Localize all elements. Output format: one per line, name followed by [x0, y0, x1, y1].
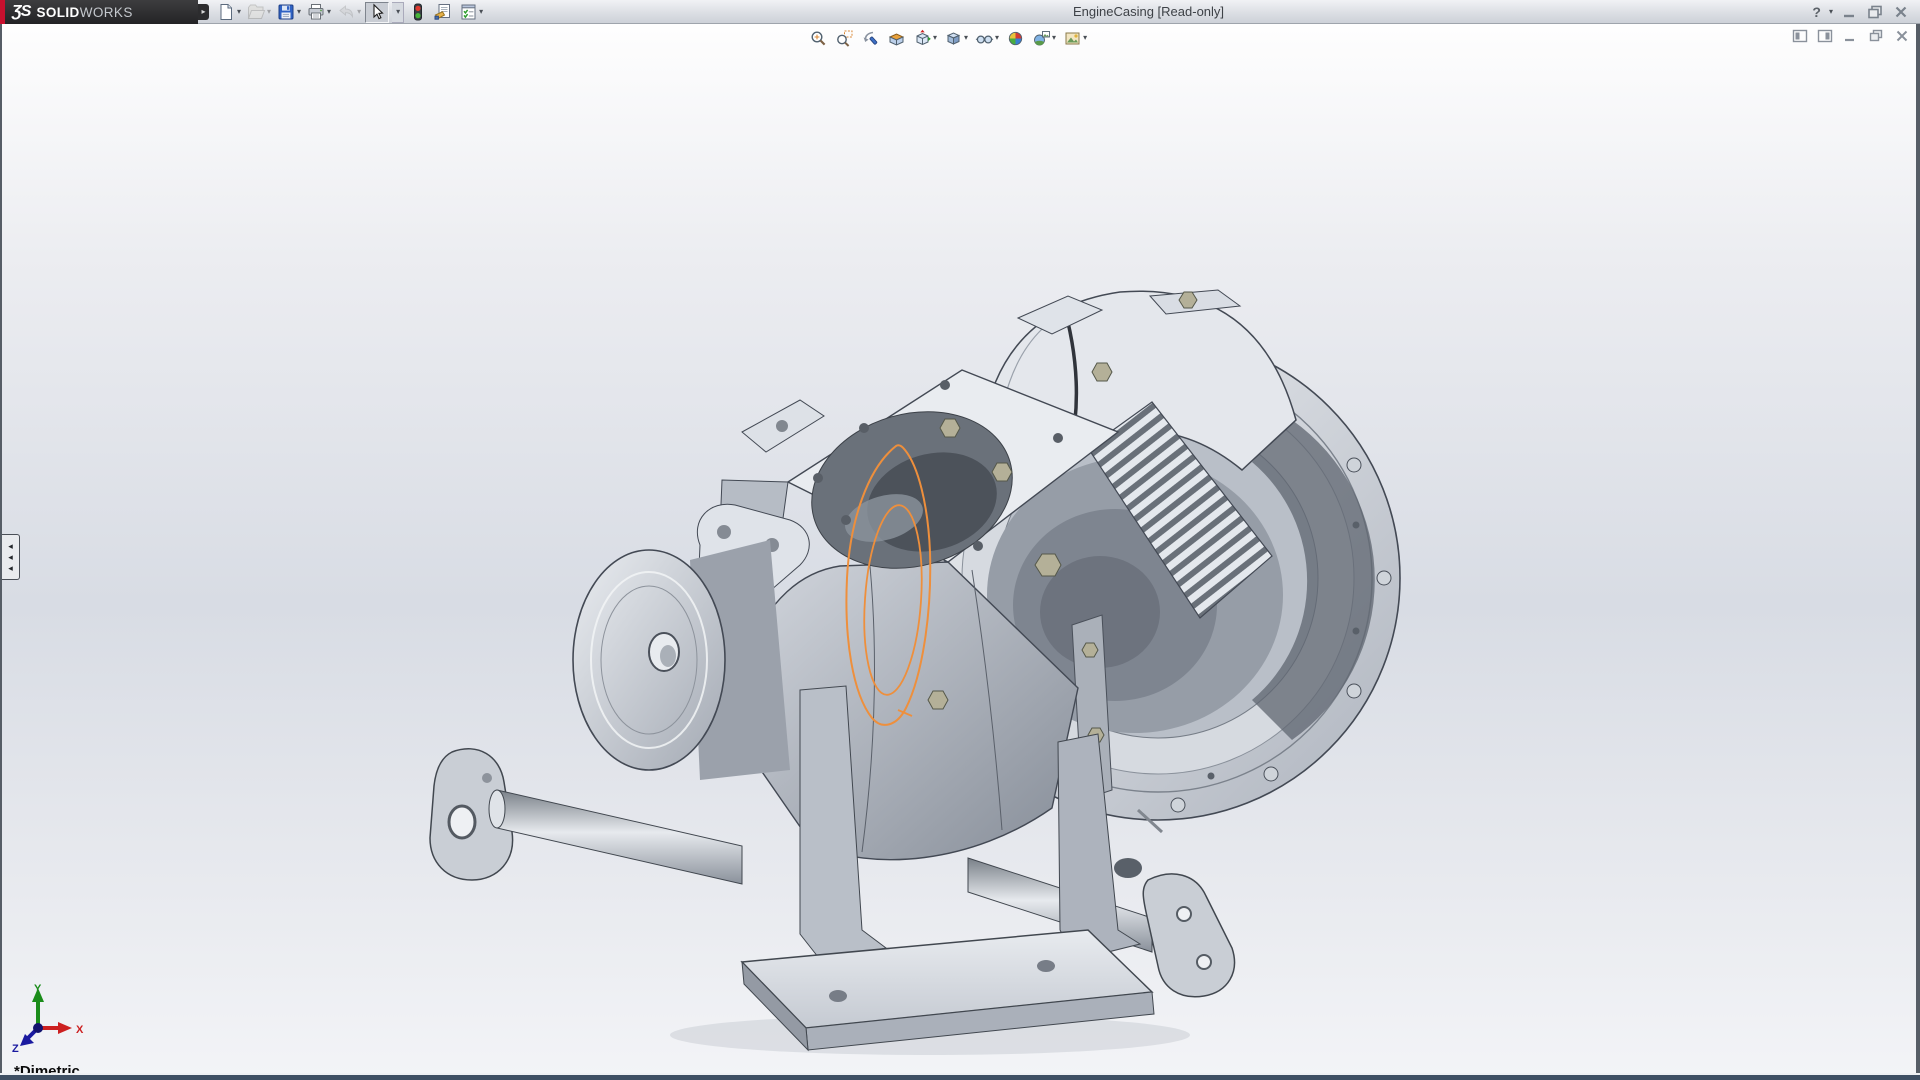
close-button[interactable] — [1892, 4, 1910, 20]
graphics-viewport[interactable]: ▾ ▾ ▾ — [0, 24, 1920, 1080]
file-properties-button[interactable] — [432, 1, 454, 23]
open-icon — [246, 2, 266, 22]
document-window-controls — [1792, 29, 1910, 43]
title-bar: ƷS SOLIDWORKS ▸ ▾ ▾ — [0, 0, 1920, 24]
dropdown-caret-icon[interactable]: ▾ — [1083, 27, 1087, 49]
select-tool-dropdown[interactable]: ▾ — [392, 2, 404, 23]
undo-icon — [336, 2, 356, 22]
window-controls: ? ▾ — [1812, 0, 1910, 24]
side-disc-cover[interactable] — [573, 540, 790, 780]
ds-logo-mark: ƷS — [12, 3, 30, 21]
minimize-button[interactable] — [1840, 4, 1858, 20]
view-settings-button[interactable]: ▾ — [1062, 28, 1088, 48]
zoom-to-area-button[interactable] — [834, 28, 855, 48]
triad-y-label: Y — [34, 983, 42, 995]
toggle-right-pane-icon[interactable] — [1817, 29, 1833, 43]
save-icon — [276, 2, 296, 22]
print-button[interactable]: ▾ — [305, 1, 332, 23]
edit-appearance-button[interactable] — [1005, 28, 1026, 48]
menu-expand-arrow[interactable]: ▸ — [198, 4, 209, 20]
window-border-right — [1916, 24, 1920, 1080]
engine-casing-model[interactable]: Y X Z *Dimetric — [0, 24, 1920, 1080]
section-view-button[interactable] — [886, 28, 907, 48]
collapse-arrow-icon[interactable]: ◂ — [8, 563, 13, 574]
window-border-bottom — [0, 1075, 1920, 1080]
dropdown-caret-icon[interactable]: ▾ — [995, 27, 999, 49]
dropdown-caret-icon: ▾ — [357, 1, 361, 23]
solidworks-logo: ƷS SOLIDWORKS — [0, 0, 198, 24]
zoom-to-area-icon — [835, 29, 854, 48]
print-icon — [306, 2, 326, 22]
view-settings-icon — [1063, 29, 1082, 48]
dropdown-caret-icon[interactable]: ▾ — [396, 1, 400, 23]
section-view-icon — [887, 29, 906, 48]
apply-scene-button[interactable]: ▾ — [1031, 28, 1057, 48]
view-orientation-button[interactable]: ▾ — [912, 28, 938, 48]
display-style-button[interactable]: ▾ — [943, 28, 969, 48]
open-button[interactable]: ▾ — [245, 1, 272, 23]
feature-manager-collapsed-tab[interactable]: ◂ ◂ ◂ — [2, 534, 20, 580]
dropdown-caret-icon[interactable]: ▾ — [1829, 1, 1833, 23]
help-button[interactable]: ? — [1812, 4, 1821, 20]
dropdown-caret-icon[interactable]: ▾ — [933, 27, 937, 49]
undo-button[interactable]: ▾ — [335, 1, 362, 23]
display-style-icon — [944, 29, 963, 48]
options-button[interactable]: ▾ — [457, 1, 484, 23]
orientation-triad: Y X Z — [12, 983, 84, 1055]
heads-up-view-toolbar: ▾ ▾ ▾ — [808, 27, 1088, 49]
zoom-to-fit-icon — [809, 29, 828, 48]
left-support-rod[interactable] — [430, 749, 742, 884]
logo-text-solid: SOLID — [36, 5, 79, 20]
edit-appearance-icon — [1006, 29, 1025, 48]
dropdown-caret-icon[interactable]: ▾ — [479, 1, 483, 23]
logo-text-works: WORKS — [80, 5, 133, 20]
view-orientation-icon — [913, 29, 932, 48]
window-border-left — [0, 24, 2, 1080]
dropdown-caret-icon[interactable]: ▾ — [1052, 27, 1056, 49]
collapse-arrow-icon[interactable]: ◂ — [8, 552, 13, 563]
dropdown-caret-icon: ▾ — [267, 1, 271, 23]
new-document-icon — [216, 2, 236, 22]
dropdown-caret-icon[interactable]: ▾ — [327, 1, 331, 23]
rebuild-traffic-light-icon — [408, 2, 428, 22]
zoom-to-fit-button[interactable] — [808, 28, 829, 48]
main-toolbar: ▾ ▾ ▾ — [215, 0, 484, 24]
new-document-button[interactable]: ▾ — [215, 1, 242, 23]
rebuild-button[interactable] — [407, 1, 429, 23]
close-icon[interactable] — [1894, 29, 1910, 43]
file-properties-icon — [433, 2, 453, 22]
previous-view-button[interactable] — [860, 28, 881, 48]
hide-show-items-button[interactable]: ▾ — [974, 28, 1000, 48]
previous-view-icon — [861, 29, 880, 48]
dropdown-caret-icon[interactable]: ▾ — [297, 1, 301, 23]
document-title: EngineCasing [Read-only] — [1073, 4, 1224, 19]
hide-show-items-icon — [975, 29, 994, 48]
dropdown-caret-icon[interactable]: ▾ — [237, 1, 241, 23]
select-cursor-icon — [367, 2, 387, 22]
triad-x-label: X — [76, 1024, 84, 1036]
restore-icon[interactable] — [1867, 29, 1885, 43]
toggle-left-pane-icon[interactable] — [1792, 29, 1808, 43]
logo-red-accent — [0, 0, 5, 24]
select-tool-button[interactable] — [365, 2, 389, 23]
save-button[interactable]: ▾ — [275, 1, 302, 23]
options-checklist-icon — [458, 2, 478, 22]
apply-scene-icon — [1032, 29, 1051, 48]
dropdown-caret-icon[interactable]: ▾ — [964, 27, 968, 49]
triad-z-label: Z — [12, 1043, 19, 1055]
collapse-arrow-icon[interactable]: ◂ — [8, 541, 13, 552]
restore-button[interactable] — [1865, 4, 1885, 20]
minimize-icon[interactable] — [1842, 29, 1858, 43]
